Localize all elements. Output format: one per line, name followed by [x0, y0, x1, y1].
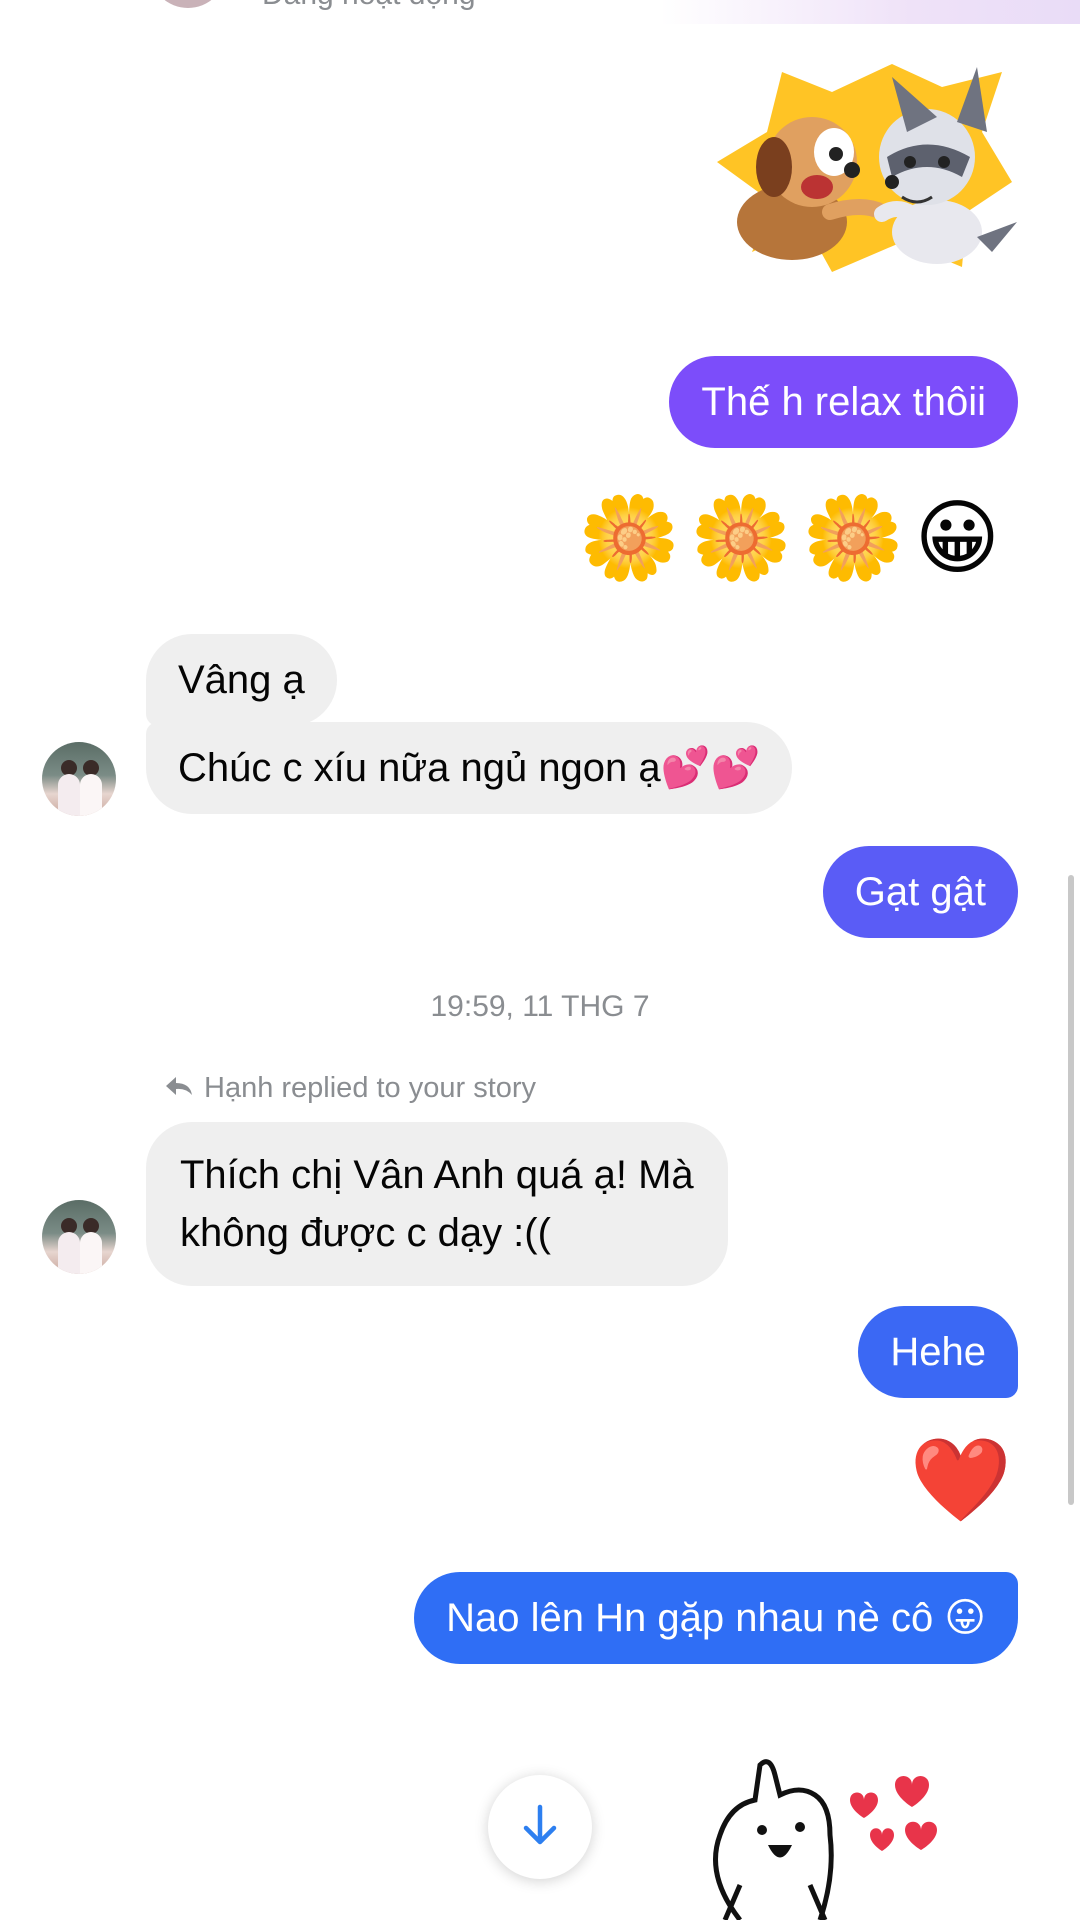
message-row-outgoing: Nao lên Hn gặp nhau nè cô 😛	[414, 1572, 1018, 1664]
outgoing-message-bubble[interactable]: Nao lên Hn gặp nhau nè cô 😛	[414, 1572, 1018, 1664]
message-line: Thích chị Vân Anh quá ạ! Mà	[180, 1153, 694, 1197]
dogs-sticker[interactable]	[712, 62, 1022, 277]
emoji-message-text: 🌼🌼🌼😀	[578, 491, 1010, 586]
emoji-message[interactable]: 🌼🌼🌼😀	[578, 494, 1010, 584]
scroll-to-bottom-button[interactable]	[488, 1775, 592, 1879]
reply-arrow-icon	[164, 1072, 194, 1105]
story-reply-note: Hạnh replied to your story	[164, 1072, 536, 1105]
conversation-timestamp: 19:59, 11 THG 7	[430, 990, 650, 1023]
incoming-message-bubble[interactable]: Chúc c xíu nữa ngủ ngon ạ💕💕	[146, 722, 793, 814]
contact-avatar[interactable]	[150, 0, 226, 8]
heart-emoji-message[interactable]: ❤️	[910, 1436, 1012, 1526]
active-status: Đang hoạt động	[262, 0, 476, 12]
message-row-outgoing: Gạt gật	[822, 846, 1018, 938]
outgoing-message-bubble[interactable]: Hehe	[858, 1306, 1018, 1398]
story-reply-text: Hạnh replied to your story	[204, 1072, 537, 1104]
message-line: không được c dạy :((	[180, 1211, 551, 1255]
contact-avatar[interactable]	[42, 1200, 116, 1274]
incoming-message-bubble[interactable]: Vâng ạ	[146, 634, 337, 726]
message-row-outgoing: Hehe	[858, 1306, 1018, 1398]
message-row-incoming: Vâng ạ	[146, 634, 337, 726]
message-row-outgoing: Thế h relax thôii	[669, 356, 1018, 448]
outgoing-message-bubble[interactable]: Gạt gật	[822, 846, 1018, 938]
arrow-down-icon	[520, 1803, 560, 1852]
outgoing-message-bubble[interactable]: Thế h relax thôii	[669, 356, 1018, 448]
incoming-message-bubble[interactable]: Thích chị Vân Anh quá ạ! Mà không được c…	[146, 1122, 728, 1286]
header-glow	[660, 0, 1080, 24]
message-row-incoming: Chúc c xíu nữa ngủ ngon ạ💕💕	[146, 722, 793, 814]
heart-icon: ❤️	[909, 1433, 1012, 1528]
scrollbar[interactable]	[1068, 875, 1074, 1505]
contact-avatar[interactable]	[42, 742, 116, 816]
cat-hearts-sticker[interactable]	[700, 1755, 940, 1920]
